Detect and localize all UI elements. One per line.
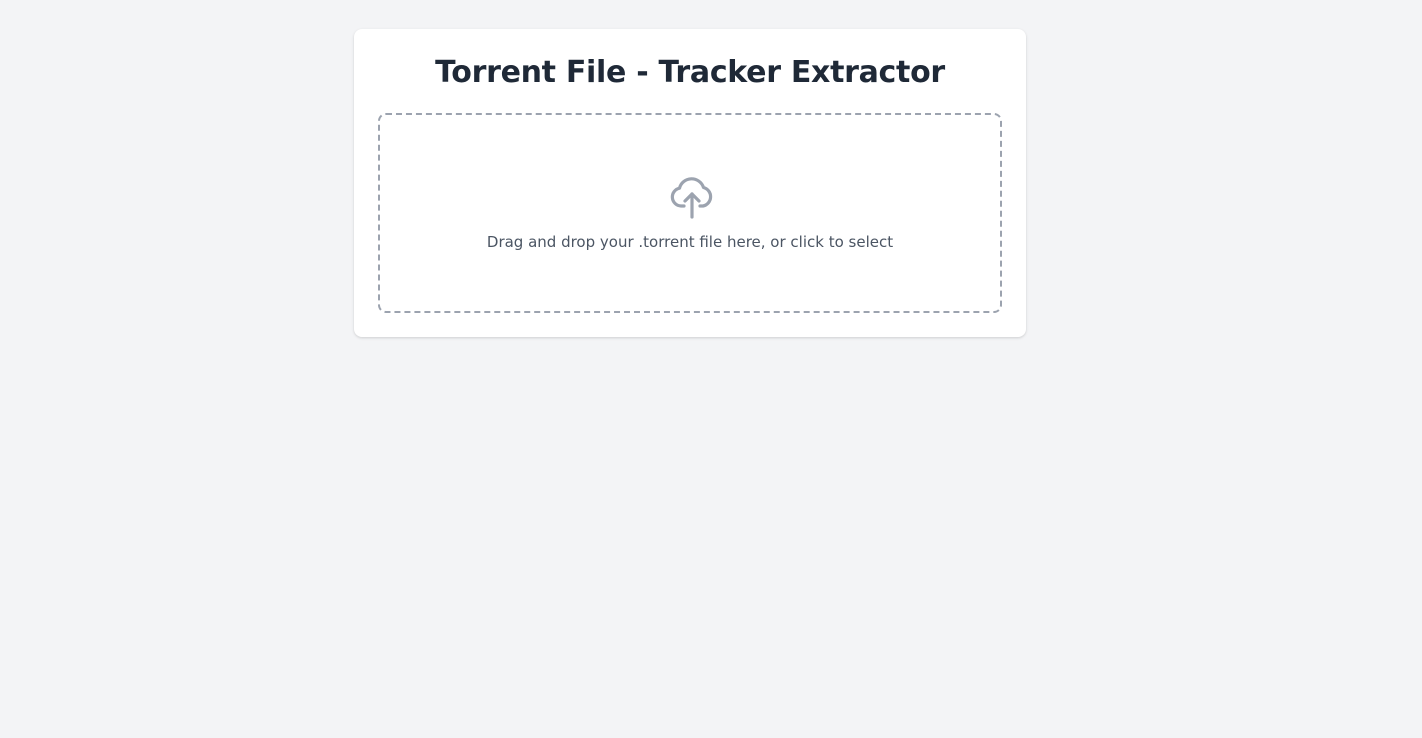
dropzone-instructions: Drag and drop your .torrent file here, o… (486, 233, 894, 251)
page-title: Torrent File - Tracker Extractor (435, 55, 945, 90)
file-dropzone[interactable]: Drag and drop your .torrent file here, o… (378, 113, 1002, 313)
extractor-card: Torrent File - Tracker Extractor Drag an… (354, 29, 1026, 337)
cloud-upload-icon (670, 173, 714, 221)
